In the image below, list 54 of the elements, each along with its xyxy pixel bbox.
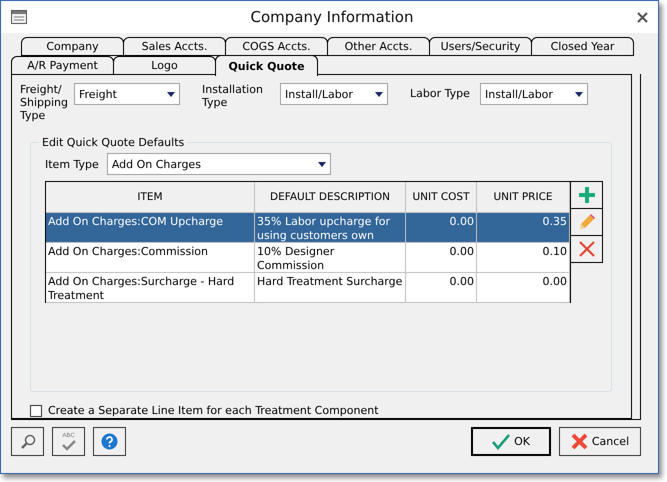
table-cell: 0.00 [406,213,477,242]
checkbox[interactable] [30,404,42,416]
dropdown-arrow-icon [375,92,383,96]
tab[interactable]: Closed Year [531,37,634,56]
checkbox-label: Create a Separate Line Item for each Treatment Component [48,404,379,417]
ok-button[interactable]: OK [471,427,551,456]
plus-icon [578,186,596,204]
table-row[interactable]: Add On Charges:Commission 10% Designer Commission 0.00 0.10 [46,243,570,273]
field-label: Labor Type [410,87,471,100]
field-label: Installation Type [202,83,264,109]
help-button[interactable] [93,427,126,456]
table-cell: Hard Treatment Surcharge [255,273,406,302]
field-label: Item Type [45,158,99,170]
close-icon[interactable] [637,12,648,22]
table-cell: Add On Charges:Commission [46,243,255,272]
window-title: Company Information [250,8,414,26]
dropdown-arrow-icon [167,92,175,96]
tab[interactable]: A/R Payment [11,56,114,75]
search-button[interactable] [11,427,44,456]
dropdown-arrow-icon [575,92,583,96]
pencil-icon [578,213,596,231]
cancel-button[interactable]: Cancel [559,427,641,456]
table-cell: 0.00 [477,273,570,302]
table-cell: Add On Charges:COM Upcharge [46,213,255,242]
tab[interactable]: Other Accts. [327,37,430,56]
table-cell: 0.00 [406,243,477,272]
help-icon [101,433,118,450]
add-button[interactable] [571,181,603,209]
search-icon [20,434,36,450]
dropdown-field[interactable]: Add On Charges [106,153,331,175]
table-cell: 10% Designer Commission [255,243,406,272]
table-cell: Add On Charges:Surcharge - Hard Treatment [46,273,255,302]
window-icon [11,10,27,24]
dropdown-field[interactable]: Install/Labor [480,83,588,105]
tab[interactable]: Quick Quote [215,55,318,76]
delete-x-icon [578,240,596,258]
field-label: Freight/ Shipping Type [20,83,66,122]
group-title: Edit Quick Quote Defaults [41,136,186,149]
tab[interactable]: Users/Security [429,37,532,56]
checkmark-icon [492,434,510,450]
table-cell: 35% Labor upcharge for using customers own [255,213,406,242]
table-cell: 0.10 [477,243,570,272]
tab[interactable]: COGS Accts. [225,37,328,56]
table-row[interactable]: Add On Charges:Surcharge - Hard Treatment Hard Treatment Surcharge 0.00 0.00 [46,273,570,303]
tab[interactable]: Sales Accts. [123,37,226,56]
dropdown-arrow-icon [318,162,326,166]
table-row[interactable]: Add On Charges:COM Upcharge 35% Labor upcharge for using customers own 0.00 0.35 [46,213,570,243]
dropdown-field[interactable]: Freight [74,83,180,105]
table-cell: 0.00 [406,273,477,302]
tab[interactable]: Company [21,37,124,56]
delete-button[interactable] [571,235,603,263]
table-cell: 0.35 [477,213,570,242]
cancel-x-icon [570,433,588,450]
dropdown-field[interactable]: Install/Labor [280,83,388,105]
